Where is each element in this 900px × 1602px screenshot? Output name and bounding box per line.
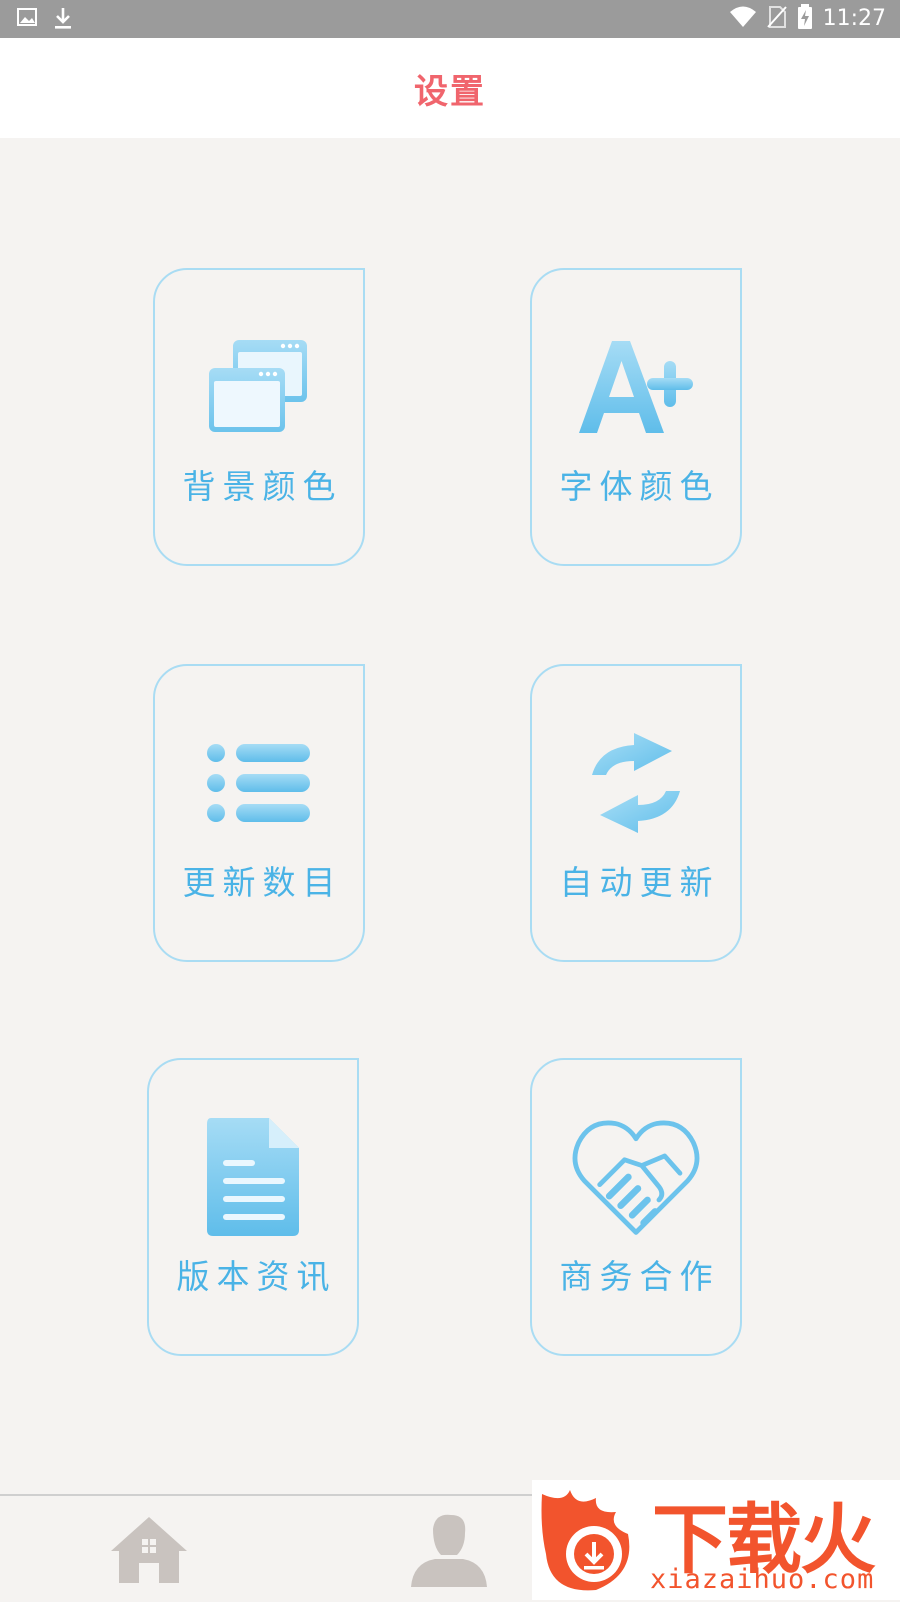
tile-auto-update[interactable]: 自动更新 — [530, 664, 742, 962]
handshake-heart-icon — [571, 1120, 701, 1235]
status-bar: 11:27 — [0, 0, 900, 38]
tile-background-color[interactable]: 背景颜色 — [153, 268, 365, 566]
tile-label: 商务合作 — [559, 1257, 720, 1296]
no-sim-icon — [766, 5, 787, 33]
windows-icon — [194, 332, 324, 442]
list-icon — [194, 728, 324, 838]
tile-label: 字体颜色 — [559, 467, 720, 506]
tile-update-count[interactable]: 更新数目 — [153, 664, 365, 962]
flame-logo-icon — [536, 1484, 654, 1600]
nav-profile[interactable] — [404, 1508, 494, 1594]
tile-label: 背景颜色 — [182, 467, 343, 506]
nav-home[interactable] — [104, 1508, 194, 1594]
tile-label: 更新数目 — [182, 863, 343, 902]
home-icon — [109, 1513, 189, 1589]
page-title: 设置 — [414, 71, 486, 112]
wifi-icon — [729, 5, 757, 33]
refresh-icon — [571, 728, 701, 838]
tile-font-color[interactable]: 字体颜色 — [530, 268, 742, 566]
tile-label: 自动更新 — [559, 863, 720, 902]
app-header: 设置 — [0, 38, 900, 138]
document-icon — [188, 1118, 318, 1236]
font-plus-icon — [571, 332, 701, 442]
watermark-logo: 下载火 xiazaihuo.com — [532, 1480, 900, 1600]
image-icon — [16, 6, 38, 34]
user-icon — [409, 1511, 489, 1591]
battery-charging-icon — [797, 4, 813, 34]
tile-version-info[interactable]: 版本资讯 — [147, 1058, 359, 1356]
tile-label: 版本资讯 — [176, 1257, 337, 1296]
watermark-domain: xiazaihuo.com — [650, 1564, 875, 1595]
download-icon — [52, 6, 74, 34]
status-time: 11:27 — [822, 6, 886, 31]
tile-business-cooperation[interactable]: 商务合作 — [530, 1058, 742, 1356]
